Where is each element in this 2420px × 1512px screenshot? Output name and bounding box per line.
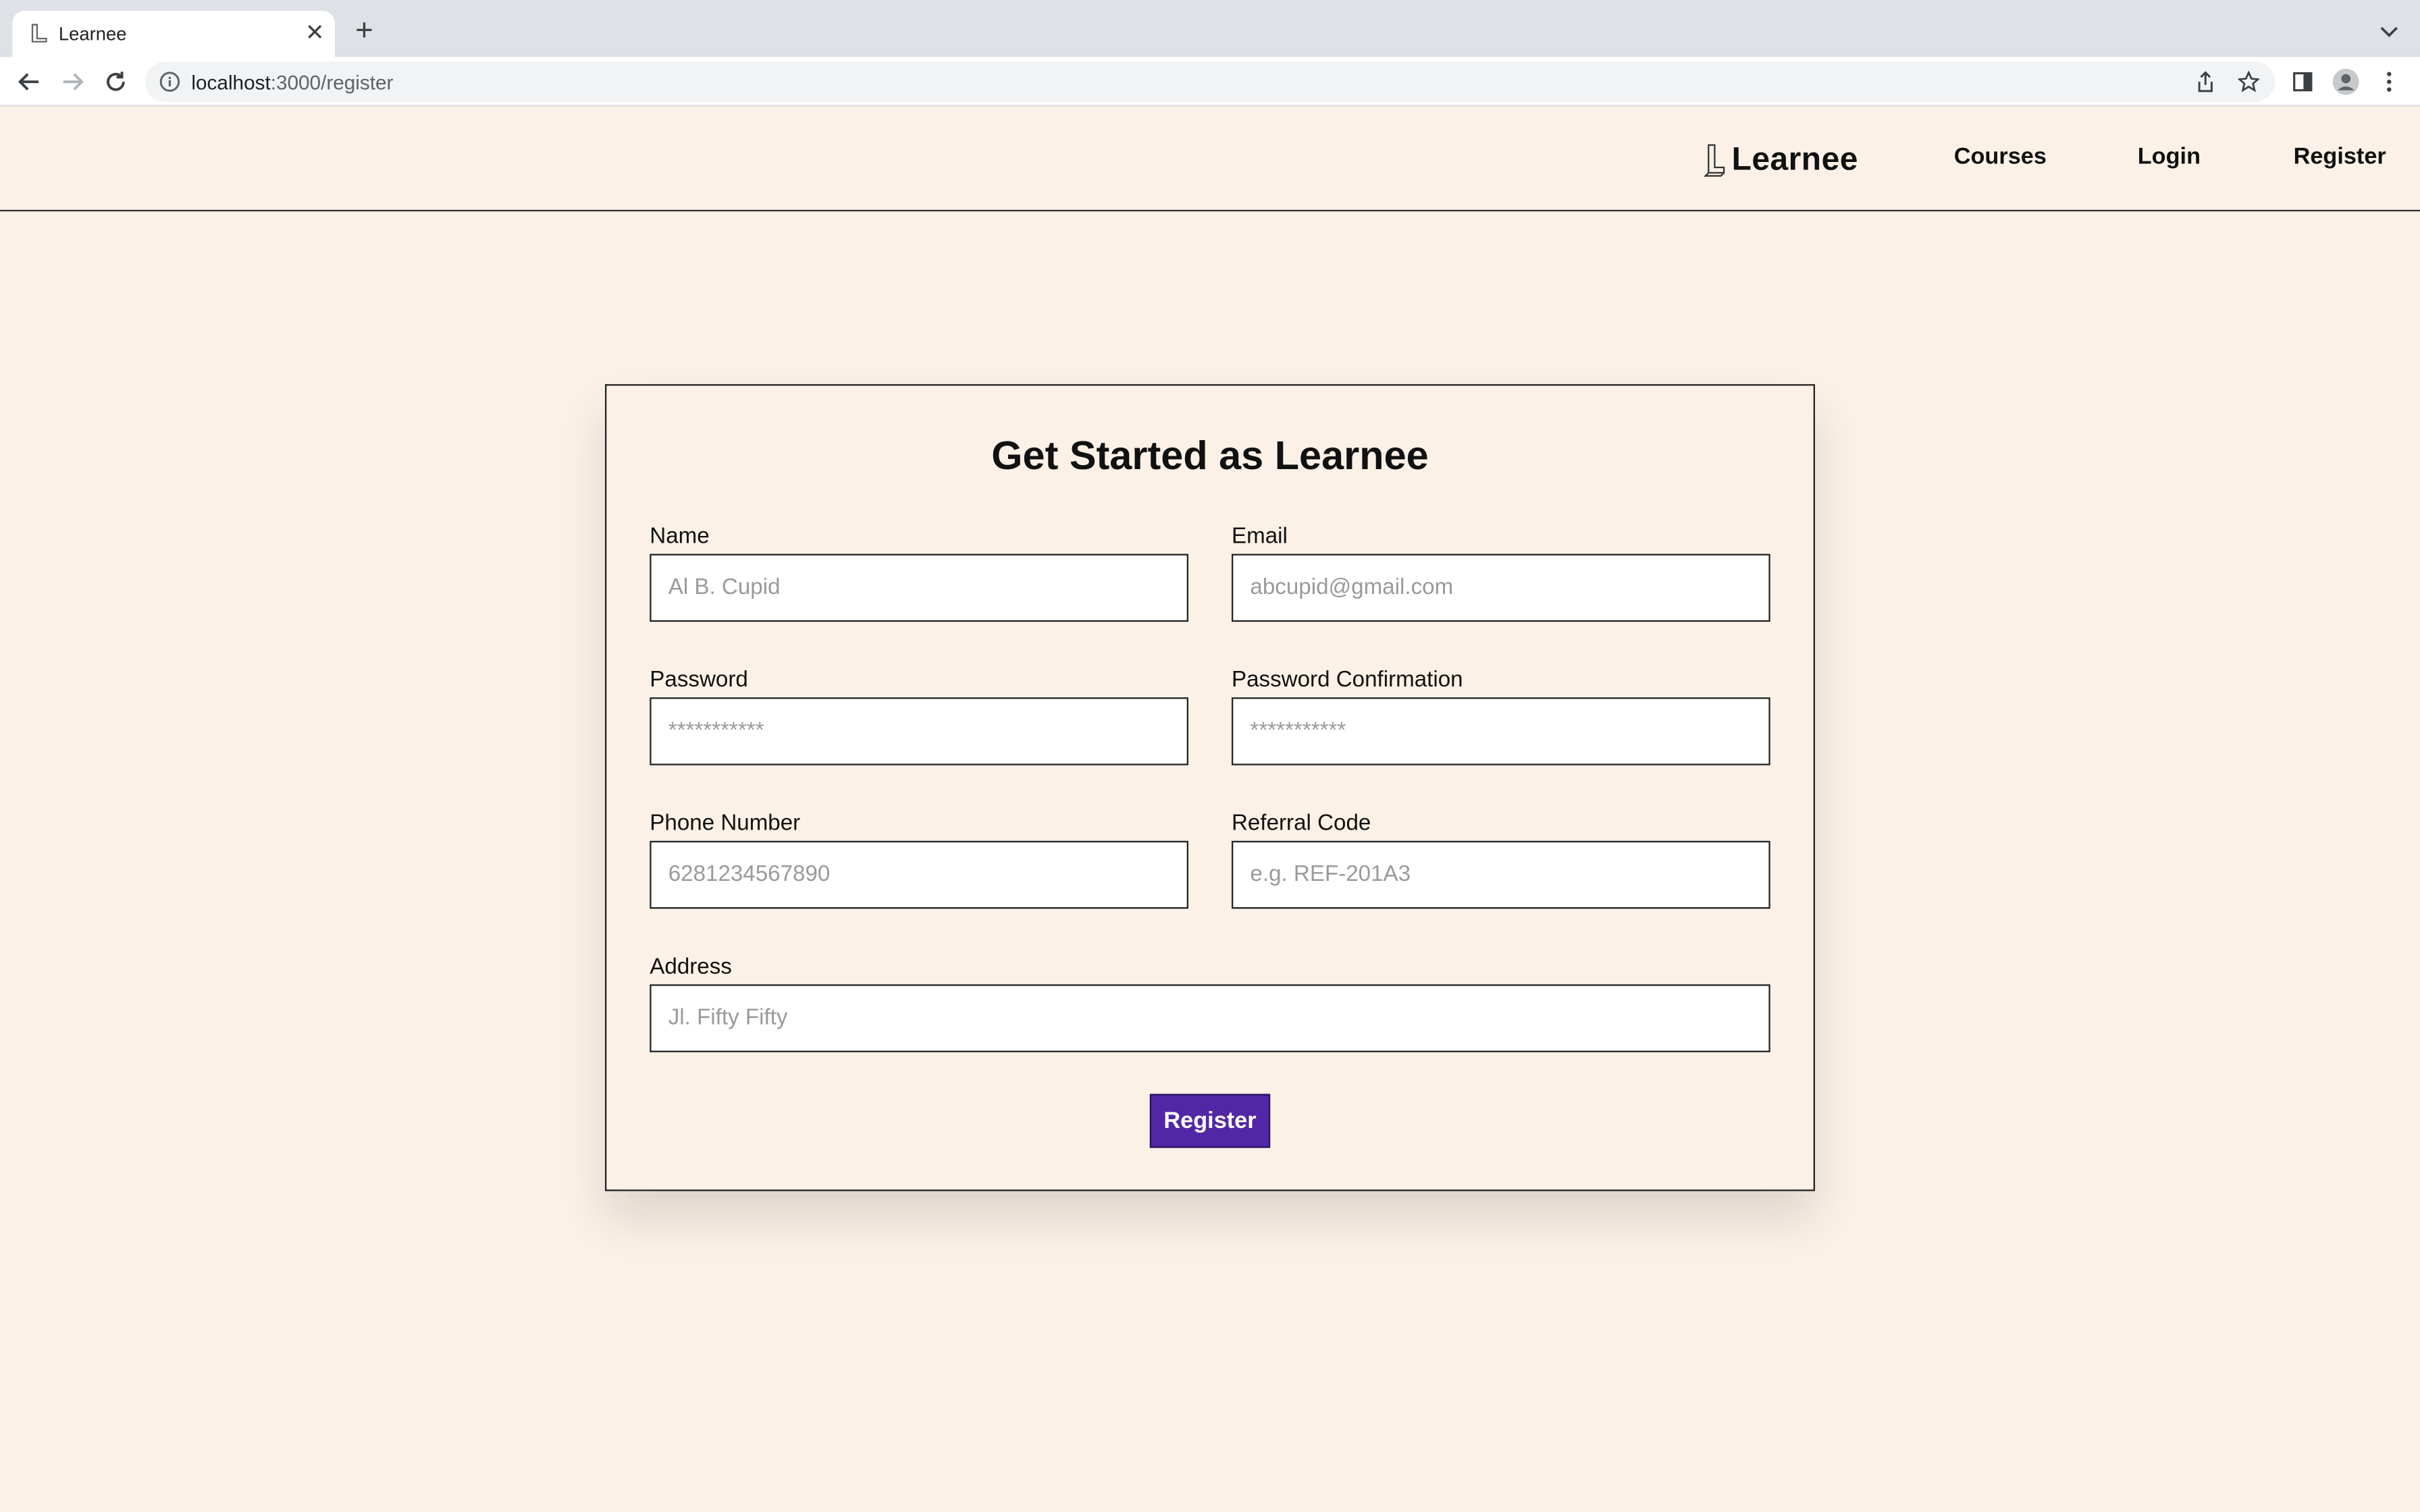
phone-input[interactable] xyxy=(650,840,1189,909)
tab-close-icon[interactable]: ✕ xyxy=(301,20,329,48)
brand-name: Learnee xyxy=(1731,142,1858,178)
register-submit-button[interactable]: Register xyxy=(1149,1094,1271,1148)
sidebar-icon[interactable] xyxy=(2289,68,2317,96)
reload-icon[interactable] xyxy=(101,66,132,97)
address-bar[interactable]: localhost:3000/register xyxy=(144,61,2276,102)
nav-link-login[interactable]: Login xyxy=(2138,144,2201,170)
password-label: Password xyxy=(650,668,748,693)
nav-link-register[interactable]: Register xyxy=(2294,144,2386,170)
name-input[interactable] xyxy=(650,554,1189,622)
url-host: localhost xyxy=(191,71,271,94)
form-title: Get Started as Learnee xyxy=(991,432,1429,479)
email-input[interactable] xyxy=(1232,554,1770,622)
browser-toolbar: localhost:3000/register xyxy=(0,57,2420,107)
address-label: Address xyxy=(650,954,732,980)
kebab-menu-icon[interactable] xyxy=(2375,68,2403,96)
forward-arrow-icon[interactable] xyxy=(57,66,88,97)
tab-dropdown-icon[interactable] xyxy=(2375,17,2403,45)
password-confirmation-input[interactable] xyxy=(1232,697,1770,765)
register-card: Get Started as Learnee Name Email Passwo… xyxy=(605,384,1816,1191)
password-input[interactable] xyxy=(650,697,1189,765)
star-icon[interactable] xyxy=(2236,70,2261,94)
password-confirmation-label: Password Confirmation xyxy=(1232,668,1463,693)
profile-icon[interactable] xyxy=(2332,68,2360,96)
phone-label: Phone Number xyxy=(650,811,801,836)
email-label: Email xyxy=(1232,524,1288,549)
url-text[interactable]: localhost:3000/register xyxy=(191,71,393,94)
referral-code-label: Referral Code xyxy=(1232,811,1371,836)
browser-tabstrip: Learnee ✕ + xyxy=(0,0,2420,57)
learnee-favicon-icon xyxy=(31,24,47,43)
address-input[interactable] xyxy=(650,984,1770,1052)
referral-code-input[interactable] xyxy=(1232,840,1770,909)
info-icon[interactable] xyxy=(159,71,180,92)
brand[interactable]: Learnee xyxy=(1704,140,1858,180)
learnee-logo-icon xyxy=(1704,144,1725,177)
browser-tab[interactable]: Learnee ✕ xyxy=(12,11,336,57)
tab-title: Learnee xyxy=(58,23,127,45)
name-label: Name xyxy=(650,524,710,549)
site-navbar: Learnee Courses Login Register xyxy=(0,106,2420,212)
new-tab-icon[interactable]: + xyxy=(349,16,380,47)
share-icon[interactable] xyxy=(2193,70,2218,94)
url-path: :3000/register xyxy=(270,71,394,94)
back-arrow-icon[interactable] xyxy=(14,66,45,97)
nav-link-courses[interactable]: Courses xyxy=(1954,144,2047,170)
